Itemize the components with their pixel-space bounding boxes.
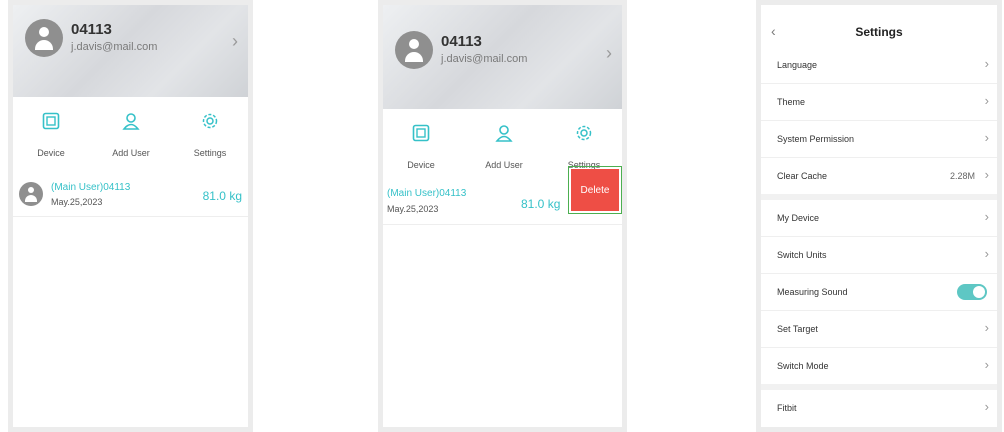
- settings-item-label: Measuring Sound: [777, 287, 848, 297]
- action-bar: Device Add User Settings: [383, 115, 622, 173]
- settings-item-set-target[interactable]: Set Target ›: [761, 311, 997, 347]
- user-avatar: [19, 182, 43, 206]
- chevron-right-icon: ›: [984, 56, 989, 71]
- add-user-label: Add User: [112, 148, 150, 158]
- settings-item-fitbit[interactable]: Fitbit ›: [761, 390, 997, 426]
- user-record-name: (Main User)04113: [387, 188, 467, 199]
- settings-item-label: Clear Cache: [777, 171, 828, 181]
- cache-size: 2.28M: [949, 171, 975, 181]
- profile-email: j.davis@mail.com: [441, 53, 528, 65]
- settings-item-label: Switch Units: [777, 250, 827, 260]
- user-record-row[interactable]: (Main User)04113 May.25,2023 81.0 kg: [13, 171, 248, 217]
- chevron-right-icon: ›: [984, 399, 989, 414]
- settings-item-label: Switch Mode: [777, 361, 829, 371]
- measuring-sound-toggle[interactable]: [957, 284, 987, 300]
- chevron-right-icon: ›: [984, 209, 989, 224]
- add-user-button[interactable]: Add User: [469, 123, 539, 170]
- page-title: Settings: [855, 25, 903, 39]
- settings-button[interactable]: Settings: [549, 123, 619, 170]
- add-user-icon: [122, 113, 140, 130]
- device-button[interactable]: Device: [386, 123, 456, 170]
- settings-item-label: System Permission: [777, 134, 855, 144]
- user-record-weight: 81.0 kg: [521, 197, 561, 211]
- chevron-right-icon[interactable]: ›: [232, 31, 238, 52]
- chevron-right-icon: ›: [984, 320, 989, 335]
- device-button[interactable]: Device: [16, 111, 86, 158]
- chevron-right-icon: ›: [984, 93, 989, 108]
- settings-item-label: Fitbit: [777, 403, 797, 413]
- settings-item-language[interactable]: Language ›: [761, 47, 997, 83]
- profile-name: 04113: [441, 33, 482, 50]
- add-user-button[interactable]: Add User: [96, 111, 166, 158]
- device-icon: [42, 112, 60, 130]
- chevron-right-icon: ›: [984, 167, 989, 182]
- settings-item-clear-cache[interactable]: Clear Cache 2.28M ›: [761, 158, 997, 194]
- user-record-name: (Main User)04113: [51, 182, 131, 193]
- settings-label: Settings: [193, 148, 227, 158]
- avatar: [395, 31, 433, 69]
- add-user-label: Add User: [485, 160, 523, 170]
- delete-highlight: Delete: [568, 166, 622, 214]
- user-record-date: May.25,2023: [51, 197, 103, 207]
- settings-item-label: Theme: [777, 97, 806, 107]
- avatar: [25, 19, 63, 57]
- profile-header[interactable]: 04113 j.davis@mail.com ›: [13, 5, 248, 97]
- settings-item-switch-mode[interactable]: Switch Mode ›: [761, 348, 997, 384]
- settings-item-system-permission[interactable]: System Permission ›: [761, 121, 997, 157]
- profile-name: 04113: [71, 21, 112, 38]
- settings-button[interactable]: Settings: [175, 111, 245, 158]
- profile-email: j.davis@mail.com: [71, 41, 158, 53]
- action-bar: Device Add User Settings: [13, 103, 248, 161]
- chevron-right-icon: ›: [984, 246, 989, 261]
- chevron-right-icon: ›: [984, 130, 989, 145]
- settings-item-theme[interactable]: Theme ›: [761, 84, 997, 120]
- chevron-right-icon: ›: [984, 357, 989, 372]
- user-record-date: May.25,2023: [387, 204, 439, 214]
- profile-screen: 04113 j.davis@mail.com › Device Add User…: [8, 0, 253, 432]
- settings-item-my-device[interactable]: My Device ›: [761, 200, 997, 236]
- settings-item-switch-units[interactable]: Switch Units ›: [761, 237, 997, 273]
- device-label: Device: [407, 160, 435, 170]
- gear-icon: [576, 125, 592, 141]
- settings-screen: ‹ Settings Language › Theme › System Per…: [756, 0, 1002, 432]
- device-label: Device: [37, 148, 65, 158]
- settings-item-label: Set Target: [777, 324, 818, 334]
- gear-icon: [202, 113, 218, 129]
- profile-header[interactable]: 04113 j.davis@mail.com ›: [383, 5, 622, 109]
- profile-screen-swiped: 04113 j.davis@mail.com › Device Add User…: [378, 0, 627, 432]
- settings-item-label: Language: [777, 60, 818, 70]
- delete-button[interactable]: Delete: [571, 169, 619, 211]
- chevron-right-icon[interactable]: ›: [606, 43, 612, 64]
- user-record-weight: 81.0 kg: [202, 189, 242, 203]
- device-icon: [412, 124, 430, 142]
- add-user-icon: [495, 125, 513, 142]
- settings-item-measuring-sound: Measuring Sound: [761, 274, 997, 310]
- settings-item-label: My Device: [777, 213, 820, 223]
